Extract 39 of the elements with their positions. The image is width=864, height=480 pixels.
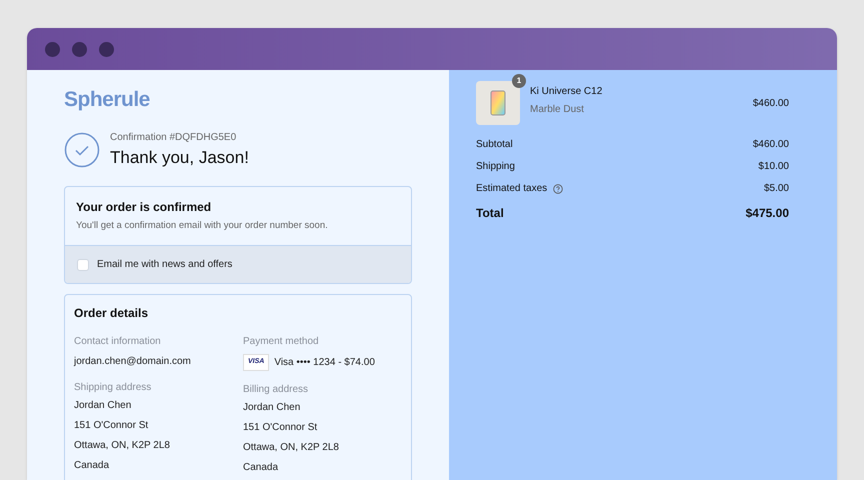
checkmark-circle-icon <box>64 132 100 168</box>
field-label: Contact information <box>74 335 162 350</box>
confirmation-number: Confirmation #DQFDHG5E0 <box>110 130 238 144</box>
summary-value: $475.00 <box>746 205 789 222</box>
summary-label: Total <box>476 205 504 222</box>
summary-label: Estimated taxes <box>476 182 548 196</box>
product-price: $460.00 <box>752 96 789 110</box>
address-line: 151 O'Connor St <box>243 420 318 435</box>
field-label: Billing address <box>243 382 310 397</box>
field-label: Shipping address <box>74 380 152 395</box>
brand-logo: Spherule <box>64 87 150 113</box>
newsletter-checkbox[interactable]: Email me with news and offers <box>65 245 411 284</box>
summary-value: $460.00 <box>752 138 789 152</box>
summary-value: $10.00 <box>758 160 789 174</box>
window-control-icon[interactable] <box>72 42 87 56</box>
address-line: 151 O'Connor St <box>74 418 150 433</box>
card-title: Order details <box>74 305 150 322</box>
card-text: You'll get a confirmation email with your order number soon. <box>76 219 329 233</box>
summary-label: Subtotal <box>476 138 513 152</box>
product-variant: Marble Dust <box>530 102 585 116</box>
payment-text: Visa •••• 1234 - $74.00 <box>274 356 375 370</box>
address-line: Jordan Chen <box>243 400 302 415</box>
field-label: Payment method <box>243 335 320 350</box>
thank-you-heading: Thank you, Jason! <box>110 146 249 168</box>
window-control-icon[interactable] <box>99 42 114 56</box>
help-icon[interactable] <box>553 184 564 194</box>
email-text: jordan.chen@domain.com <box>74 355 192 370</box>
summary-label: Shipping <box>476 160 515 174</box>
phone-icon <box>490 90 506 116</box>
address-line: Jordan Chen <box>74 398 132 413</box>
address-line: Ottawa, ON, K2P 2L8 <box>243 440 340 455</box>
address-line: Ottawa, ON, K2P 2L8 <box>74 438 171 453</box>
address-line: Canada <box>243 460 280 475</box>
window-control-icon[interactable] <box>45 42 60 56</box>
quantity-badge: 1 <box>512 74 526 88</box>
summary-value: $5.00 <box>764 182 789 196</box>
product-name: Ki Universe C12 <box>530 84 602 98</box>
card-title: Your order is confirmed <box>76 199 212 216</box>
address-line: Canada <box>74 458 110 473</box>
